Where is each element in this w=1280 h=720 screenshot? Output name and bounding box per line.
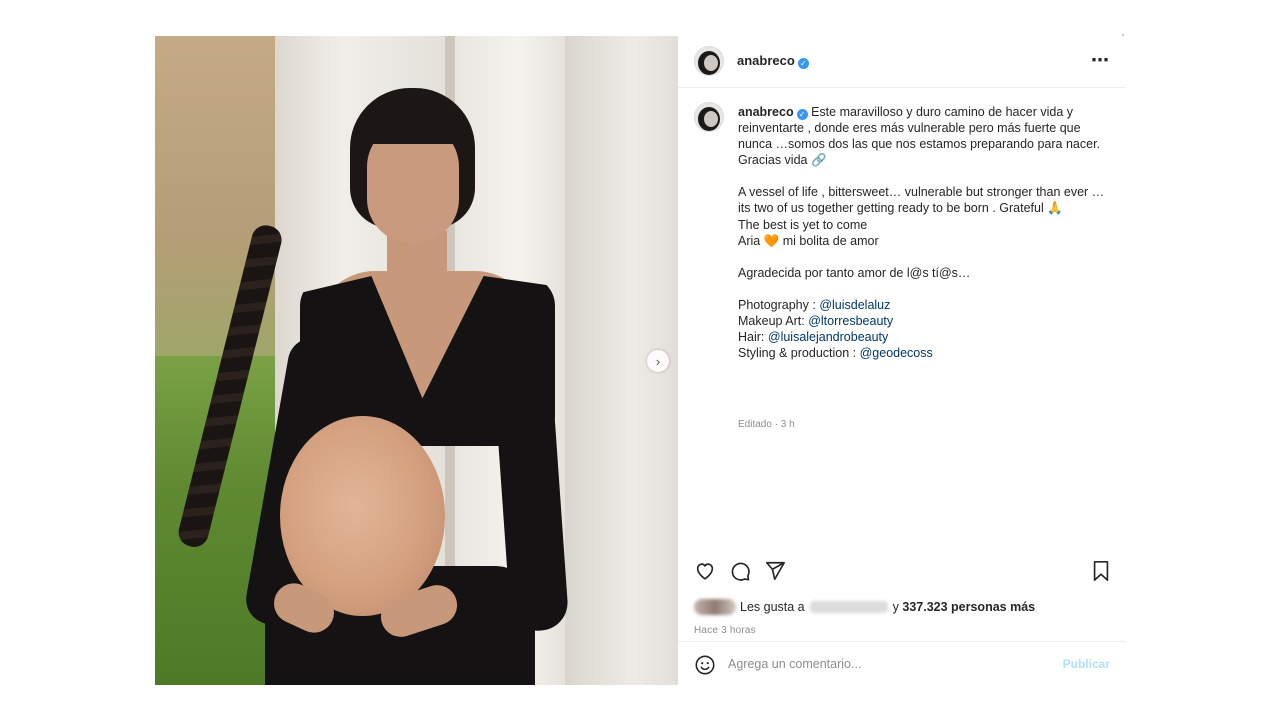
likes-prefix: Les gusta a xyxy=(740,600,805,614)
post-photo[interactable] xyxy=(155,36,678,685)
caption-line-text: nunca …somos dos las que nos estamos pre… xyxy=(738,137,1101,152)
caption-line: its two of us together getting ready to … xyxy=(738,200,1110,216)
credit-mention-link[interactable]: @geodecoss xyxy=(860,346,933,360)
caption-line-text: Aria 🧡 mi bolita de amor xyxy=(738,233,879,248)
caption-credit: Makeup Art: @ltorresbeauty xyxy=(738,313,1110,329)
bookmark-icon[interactable] xyxy=(1091,560,1111,587)
caption-line: Aria 🧡 mi bolita de amor xyxy=(738,233,1110,249)
emoji-icon[interactable] xyxy=(694,654,716,681)
credit-mention-link[interactable]: @ltorresbeauty xyxy=(808,314,893,328)
carousel-next-button[interactable]: › xyxy=(647,350,669,372)
caption-credit: Styling & production : @geodecoss xyxy=(738,345,1110,361)
caption-line-text: its two of us together getting ready to … xyxy=(738,201,1063,216)
chevron-right-icon: › xyxy=(655,353,661,369)
credit-label: Makeup Art: xyxy=(738,313,809,328)
likes-summary[interactable]: Les gusta a y 337.323 personas más xyxy=(694,599,1035,615)
comment-icon[interactable] xyxy=(729,560,751,587)
caption-line: Gracias vida 🔗 xyxy=(738,152,1110,168)
caption-line xyxy=(738,281,1110,297)
header-username[interactable]: anabreco ✓ xyxy=(737,53,809,69)
avatar[interactable] xyxy=(694,46,724,76)
comment-bar: Publicar xyxy=(678,641,1126,685)
verified-badge-icon: ✓ xyxy=(796,109,808,120)
username-text: anabreco xyxy=(737,53,795,68)
liker-avatars xyxy=(694,599,736,615)
caption-line: nunca …somos dos las que nos estamos pre… xyxy=(738,136,1110,152)
caption-line xyxy=(738,168,1110,184)
more-options-icon[interactable]: ⋯ xyxy=(1091,50,1110,71)
publish-button[interactable]: Publicar xyxy=(1063,657,1110,671)
likes-count: 337.323 personas más xyxy=(902,600,1036,614)
caption-line: reinventarte , donde eres más vulnerable… xyxy=(738,120,1110,136)
credit-mention-link[interactable]: @luisalejandrobeauty xyxy=(768,330,888,344)
credit-label: Hair: xyxy=(738,330,768,345)
caption-line-text: reinventarte , donde eres más vulnerable… xyxy=(738,121,1081,136)
post-side-panel: anabreco ✓ ⋯ anabreco ✓ Este maravilloso y… xyxy=(678,36,1126,685)
credit-mention-link[interactable]: @luisdelaluz xyxy=(819,298,890,312)
post-header: anabreco ✓ ⋯ xyxy=(678,36,1126,88)
comment-input[interactable] xyxy=(728,654,1048,674)
caption-line-text: Este maravilloso y duro camino de hacer … xyxy=(811,105,1074,119)
post-timestamp[interactable]: Hace 3 horas xyxy=(694,625,756,636)
caption-line: A vessel of life , bittersweet… vulnerab… xyxy=(738,184,1110,200)
caption-credit: Hair: @luisalejandrobeauty xyxy=(738,329,1110,345)
divider xyxy=(1122,34,1124,36)
caption-line: Agradecida por tanto amor de l@s tí@s… xyxy=(738,265,1110,281)
photo-subject xyxy=(155,36,678,685)
caption-line: anabreco ✓ Este maravilloso y duro camino… xyxy=(738,104,1110,120)
caption-edited-time: Editado · 3 h xyxy=(738,419,795,430)
caption-line xyxy=(738,249,1110,265)
caption-username[interactable]: anabreco xyxy=(738,105,794,119)
caption-line: The best is yet to come xyxy=(738,217,1110,233)
avatar[interactable] xyxy=(694,102,724,132)
caption-credit: Photography : @luisdelaluz xyxy=(738,297,1110,313)
caption-line-text: Gracias vida 🔗 xyxy=(738,153,827,168)
photo-subject-bangs xyxy=(361,98,467,144)
caption-line-text: The best is yet to come xyxy=(738,217,868,232)
credit-label: Photography : xyxy=(738,297,820,312)
heart-icon[interactable] xyxy=(694,560,716,587)
caption-text: anabreco ✓ Este maravilloso y duro camino… xyxy=(738,104,1110,361)
caption-area: anabreco ✓ Este maravilloso y duro camino… xyxy=(678,89,1126,544)
caption-line-text: A vessel of life , bittersweet… vulnerab… xyxy=(738,185,1105,200)
post-actions: Les gusta a y 337.323 personas más Hace … xyxy=(678,544,1126,644)
credit-label: Styling & production : xyxy=(738,346,860,361)
verified-badge-icon: ✓ xyxy=(797,58,809,69)
likes-joiner: y xyxy=(892,600,899,614)
caption-line-text: Agradecida por tanto amor de l@s tí@s… xyxy=(738,265,971,280)
liker-name-redacted xyxy=(809,601,888,613)
share-icon[interactable] xyxy=(764,560,786,587)
